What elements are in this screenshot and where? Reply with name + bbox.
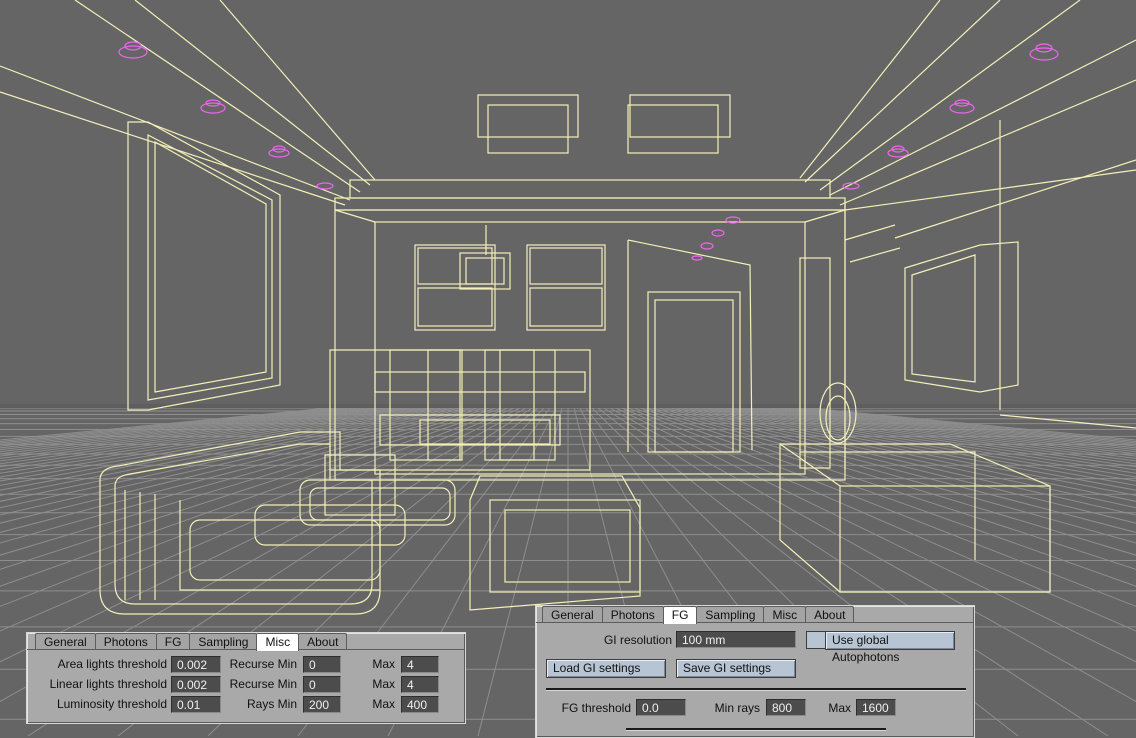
- tab-misc[interactable]: Misc: [256, 633, 300, 651]
- load-gi-settings-button[interactable]: Load GI settings: [546, 659, 666, 678]
- gi-resolution-label: GI resolution: [603, 633, 672, 647]
- area-max-label: Max: [372, 657, 395, 671]
- area-recurse-min-label: Recurse Min: [229, 657, 297, 671]
- left-tab-bar: General Photons FG Sampling Misc About: [35, 633, 348, 651]
- area-recurse-min-input[interactable]: 0: [303, 656, 341, 673]
- panel-separator: [546, 688, 966, 691]
- area-lights-threshold-input[interactable]: 0.002: [171, 656, 221, 673]
- rays-min-input[interactable]: 200: [303, 696, 341, 713]
- rays-max-label: Max: [372, 697, 395, 711]
- max-rays-label: Max: [828, 701, 851, 715]
- save-gi-settings-button[interactable]: Save GI settings: [676, 659, 796, 678]
- tab-photons[interactable]: Photons: [601, 606, 664, 623]
- linear-recurse-min-label: Recurse Min: [229, 677, 297, 691]
- left-tab-underline: [27, 649, 465, 650]
- linear-lights-threshold-input[interactable]: 0.002: [171, 676, 221, 693]
- luminosity-threshold-input[interactable]: 0.01: [171, 696, 221, 713]
- area-max-input[interactable]: 4: [401, 656, 439, 673]
- tab-photons[interactable]: Photons: [94, 633, 157, 650]
- use-global-autophotons-button[interactable]: Use global Autophotons: [825, 631, 955, 664]
- gi-resolution-input[interactable]: 100 mm: [676, 631, 796, 648]
- rays-min-label: Rays Min: [246, 697, 297, 711]
- fg-settings-panel: General Photons FG Sampling Misc About G…: [535, 605, 975, 738]
- use-global-autophotons-checkbox[interactable]: [806, 631, 826, 649]
- tab-sampling[interactable]: Sampling: [189, 633, 258, 650]
- tab-fg[interactable]: FG: [155, 633, 191, 650]
- right-tab-bar: General Photons FG Sampling Misc About: [542, 606, 855, 624]
- fg-threshold-input[interactable]: 0.0: [636, 699, 686, 716]
- luminosity-threshold-label: Luminosity threshold: [56, 697, 167, 711]
- right-tab-underline: [536, 622, 974, 623]
- tab-sampling[interactable]: Sampling: [696, 606, 765, 623]
- panel-separator-bottom: [626, 728, 886, 731]
- min-rays-label: Min rays: [714, 701, 760, 715]
- max-rays-input[interactable]: 1600: [856, 699, 896, 716]
- area-lights-threshold-label: Area lights threshold: [57, 657, 167, 671]
- fg-threshold-label: FG threshold: [561, 701, 631, 715]
- rays-max-input[interactable]: 400: [401, 696, 439, 713]
- linear-max-label: Max: [372, 677, 395, 691]
- tab-misc[interactable]: Misc: [763, 606, 807, 623]
- tab-general[interactable]: General: [542, 606, 603, 623]
- min-rays-input[interactable]: 800: [766, 699, 806, 716]
- tab-about[interactable]: About: [805, 606, 855, 623]
- linear-recurse-min-input[interactable]: 0: [303, 676, 341, 693]
- linear-max-input[interactable]: 4: [401, 676, 439, 693]
- linear-lights-threshold-label: Linear lights threshold: [49, 677, 167, 691]
- misc-settings-panel: General Photons FG Sampling Misc About A…: [26, 632, 466, 724]
- tab-general[interactable]: General: [35, 633, 96, 650]
- tab-about[interactable]: About: [298, 633, 348, 650]
- tab-fg[interactable]: FG: [662, 606, 698, 624]
